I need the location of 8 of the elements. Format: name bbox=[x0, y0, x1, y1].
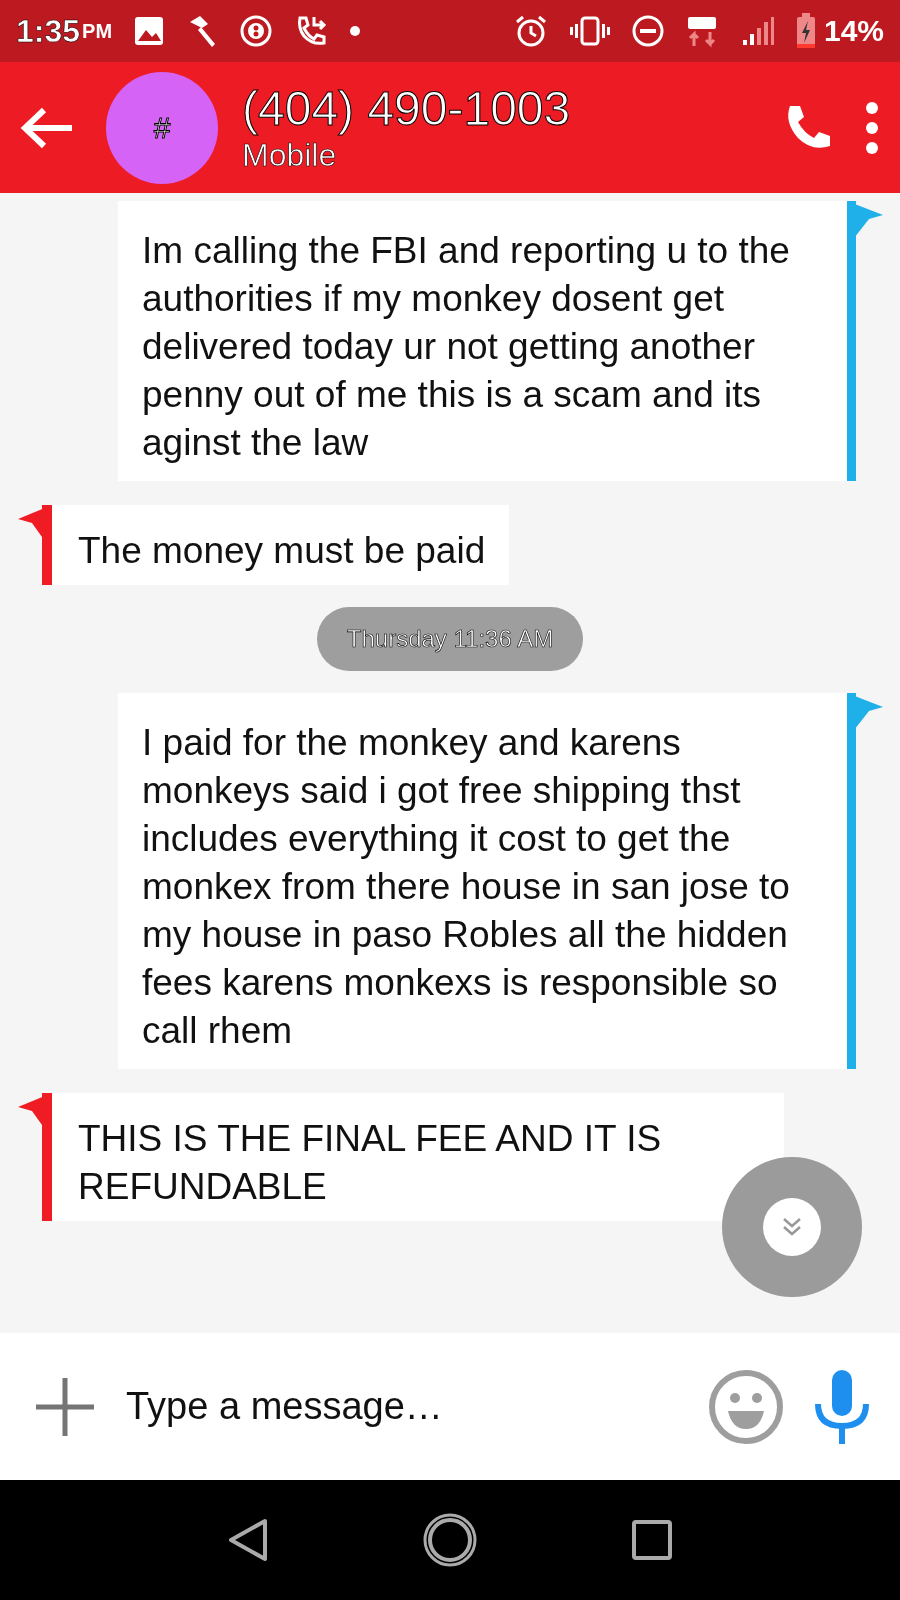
battery-level: 14% bbox=[823, 14, 884, 48]
contact-number: (404) 490-1003 bbox=[242, 81, 572, 136]
clock-period: PM bbox=[82, 19, 113, 43]
contact-label: Mobile bbox=[242, 135, 338, 174]
clock-time: 1:35 bbox=[16, 12, 81, 50]
contact-avatar: # bbox=[106, 71, 218, 184]
date-divider: Thursday 11:36 AM bbox=[316, 607, 584, 671]
message-input-field[interactable]: Type a message… bbox=[124, 1384, 678, 1429]
